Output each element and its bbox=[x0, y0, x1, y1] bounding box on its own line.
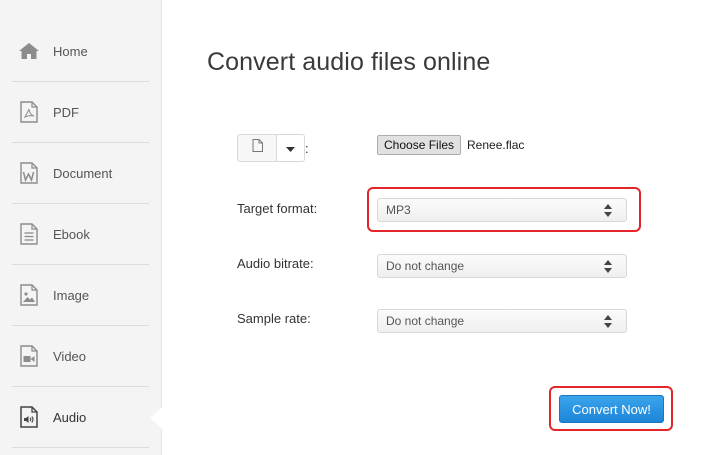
sidebar-item-label: Ebook bbox=[53, 226, 90, 242]
file-input-colon: : bbox=[305, 141, 309, 156]
video-file-icon bbox=[18, 344, 40, 368]
caret-down-icon bbox=[286, 139, 295, 157]
select-arrows-icon bbox=[604, 204, 612, 217]
audio-bitrate-value: Do not change bbox=[386, 259, 465, 273]
target-format-select[interactable]: MP3 bbox=[377, 198, 627, 222]
sidebar-item-audio[interactable]: Audio bbox=[12, 387, 149, 448]
convert-now-button[interactable]: Convert Now! bbox=[559, 395, 664, 423]
sample-rate-value: Do not change bbox=[386, 314, 465, 328]
active-item-pointer bbox=[150, 407, 162, 429]
select-arrows-icon bbox=[604, 260, 612, 273]
ebook-icon bbox=[18, 222, 40, 246]
file-icon bbox=[252, 139, 263, 157]
audio-file-icon bbox=[18, 405, 40, 429]
sidebar-item-label: Home bbox=[53, 43, 88, 59]
sidebar-item-home[interactable]: Home bbox=[12, 21, 149, 82]
file-source-dropdown-button[interactable] bbox=[277, 134, 305, 162]
target-format-label: Target format: bbox=[237, 201, 318, 216]
sidebar-item-label: Image bbox=[53, 287, 90, 303]
sidebar-item-label: Video bbox=[53, 348, 87, 364]
home-icon bbox=[18, 39, 40, 63]
select-arrows-icon bbox=[604, 315, 612, 328]
sidebar-item-video[interactable]: Video bbox=[12, 326, 149, 387]
pdf-file-icon bbox=[18, 100, 40, 124]
file-source-button-group bbox=[237, 134, 305, 162]
sidebar-item-ebook[interactable]: Ebook bbox=[12, 204, 149, 265]
audio-bitrate-label: Audio bitrate: bbox=[237, 256, 314, 271]
sidebar-item-label: Document bbox=[53, 165, 113, 181]
sidebar-item-image[interactable]: Image bbox=[12, 265, 149, 326]
sidebar: Home PDF Document Ebook Image Video Audi… bbox=[0, 0, 162, 455]
file-source-button[interactable] bbox=[237, 134, 277, 162]
sidebar-item-pdf[interactable]: PDF bbox=[12, 82, 149, 143]
selected-file-name: Renee.flac bbox=[467, 138, 525, 152]
audio-bitrate-select[interactable]: Do not change bbox=[377, 254, 627, 278]
sidebar-item-label: PDF bbox=[53, 104, 79, 120]
sample-rate-select[interactable]: Do not change bbox=[377, 309, 627, 333]
sample-rate-label: Sample rate: bbox=[237, 311, 311, 326]
target-format-value: MP3 bbox=[386, 203, 411, 217]
image-file-icon bbox=[18, 283, 40, 307]
choose-files-button[interactable]: Choose Files bbox=[377, 135, 462, 155]
sidebar-item-label: Audio bbox=[53, 409, 87, 425]
word-document-icon bbox=[18, 161, 40, 185]
page-title: Convert audio files online bbox=[207, 48, 491, 76]
sidebar-item-document[interactable]: Document bbox=[12, 143, 149, 204]
